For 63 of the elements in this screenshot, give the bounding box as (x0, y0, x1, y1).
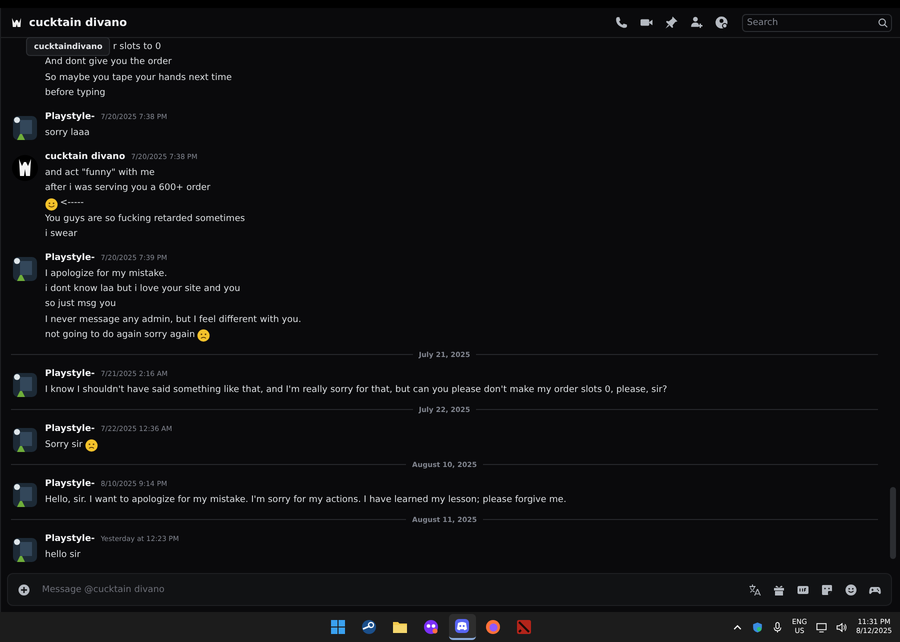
windows-logo-icon (330, 619, 346, 635)
taskbar-app-button[interactable] (448, 614, 476, 640)
message-composer[interactable]: Message @cucktain divano (7, 573, 892, 606)
message-text: <----- (60, 197, 84, 210)
folder-icon (392, 619, 408, 635)
user-profile-icon[interactable] (715, 16, 728, 29)
avatar-figure-drawing (11, 154, 39, 182)
message-text: So maybe you tape your hands next time (45, 72, 232, 85)
author-name[interactable]: Playstyle- (45, 368, 95, 379)
message-text: before typing (45, 87, 106, 100)
author-name[interactable]: Playstyle- (45, 478, 95, 489)
translate-icon[interactable] (749, 584, 761, 596)
user-avatar-icon (11, 16, 23, 28)
message-text: You guys are so fucking retarded sometimes (45, 212, 245, 226)
message-input[interactable]: Message @cucktain divano (40, 578, 739, 600)
gift-icon[interactable] (773, 584, 785, 596)
avatar-picture (11, 480, 39, 509)
smiling-emoji-icon (45, 198, 58, 211)
author-name[interactable]: Playstyle- (45, 252, 95, 263)
mask-app-icon (423, 619, 439, 635)
message-text: I apologize for my mistake. (45, 268, 168, 281)
message-text: Sorry sir (45, 438, 83, 452)
message-text: r slots to 0 (113, 41, 161, 54)
avatar-picture (11, 536, 39, 564)
message-text: and act "funny" with me (45, 166, 155, 180)
message-text: after i was serving you a 600+ order (45, 182, 210, 196)
scrollbar-thumb[interactable] (890, 487, 896, 559)
message-text: not going to do again sorry again (45, 329, 195, 342)
author-name[interactable]: Playstyle- (45, 424, 95, 434)
username-tooltip: cucktaindivano (26, 37, 110, 56)
author-name[interactable]: cucktain divano (45, 152, 126, 162)
add-icon[interactable] (18, 584, 30, 596)
frowning-emoji-icon (84, 438, 98, 452)
frowning-emoji-icon (196, 329, 210, 342)
avatar-picture (11, 370, 39, 399)
message-text: sorry laaa (45, 126, 90, 140)
message-text: hello sir (45, 548, 80, 562)
message-text: i swear (45, 228, 78, 242)
chat-title: cucktain divano (29, 16, 127, 29)
discord-logo-icon (454, 618, 470, 634)
author-name[interactable]: Playstyle- (45, 112, 95, 122)
speaker-icon[interactable] (836, 622, 848, 632)
shield-icon[interactable] (752, 622, 763, 632)
monitor-icon[interactable] (816, 622, 828, 632)
message-text: i dont know laa but i love your site and you (45, 283, 240, 296)
message-text: I know I shouldn't have said something like that, and I'm really sorry for that, but can you please don't make my order slots 0, please, sir? (45, 384, 668, 397)
message-text: Hello, sir. I want to apologize for my mistake. I'm sorry for my actions. I have learned my lesson; please forgive me. (45, 494, 566, 507)
search-icon (878, 18, 888, 28)
add-friend-icon[interactable] (690, 16, 703, 29)
pin-icon[interactable] (665, 16, 678, 29)
avatar-picture (11, 254, 39, 283)
microphone-icon[interactable] (772, 622, 783, 632)
author-name[interactable]: Playstyle- (45, 534, 95, 544)
avatar-picture (11, 426, 39, 454)
search-field[interactable]: Search (742, 14, 892, 32)
message-text: I never message any admin, but I feel different with you. (45, 314, 302, 327)
message-text: so just msg you (45, 298, 116, 312)
emoji-icon[interactable] (845, 584, 857, 596)
phone-call-icon[interactable] (615, 16, 628, 29)
gif-icon[interactable] (797, 584, 809, 596)
message-text: And dont give you the order (45, 56, 172, 70)
sticker-icon[interactable] (821, 584, 833, 596)
avatar-picture (11, 114, 39, 142)
